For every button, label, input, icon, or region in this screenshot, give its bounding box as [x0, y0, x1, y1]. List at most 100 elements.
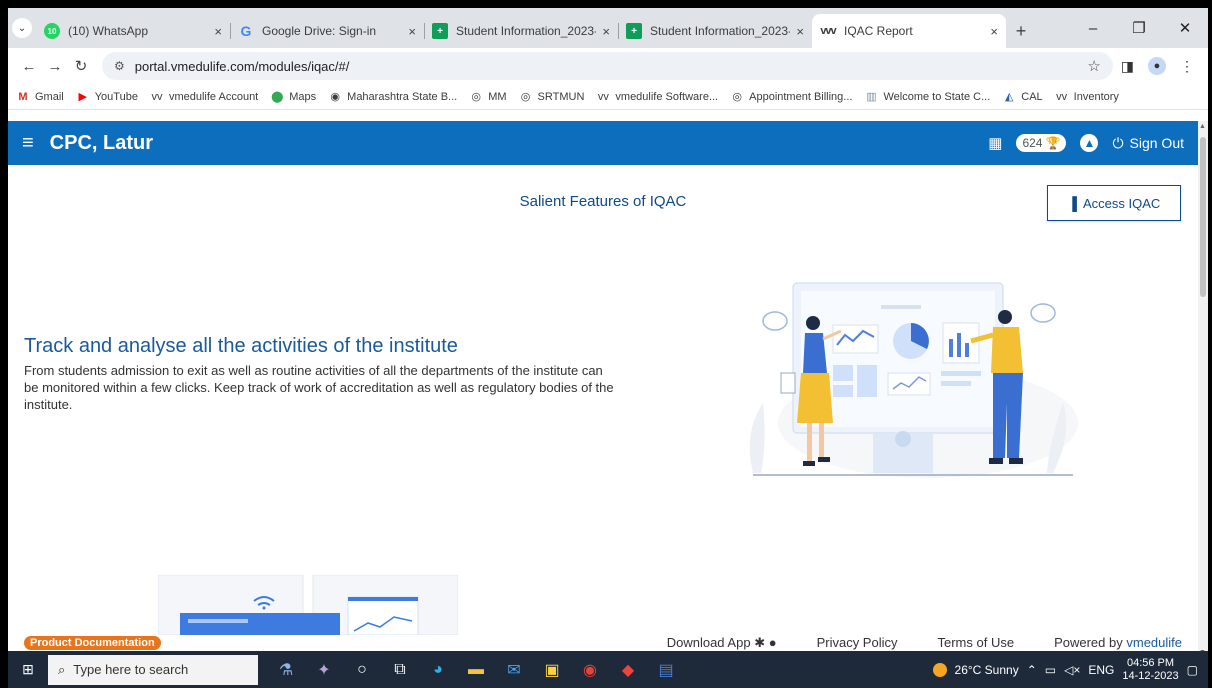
mail-icon[interactable]: ✉ [498, 655, 530, 685]
tab-title: IQAC Report [844, 24, 913, 38]
menu-kebab-icon[interactable]: ⋮ [1180, 58, 1194, 75]
bookmark-label: Welcome to State C... [883, 90, 991, 103]
tab-student-info-1[interactable]: + Student Information_2023-2 × [424, 14, 618, 48]
taskbar-apps: ⚗ ✦ ○ ⧉ ◕ ▬ ✉ ▣ ◉ ◆ ▤ [270, 655, 682, 685]
side-panel-icon[interactable]: ◨ [1121, 58, 1134, 75]
tab-whatsapp[interactable]: 10 (10) WhatsApp × [36, 14, 230, 48]
tab-google-drive[interactable]: G Google Drive: Sign-in × [230, 14, 424, 48]
app-header: ≡ CPC, Latur ▦ 624 🏆 ▲ ⏻ Sign Out [8, 121, 1198, 165]
task-view-icon[interactable]: ⧉ [384, 655, 416, 685]
close-icon[interactable]: × [796, 24, 804, 39]
restore-icon[interactable]: ❐ [1116, 19, 1162, 37]
close-icon[interactable]: × [408, 24, 416, 39]
tab-search-button[interactable]: ⌄ [8, 8, 36, 48]
bookmark-maharashtra[interactable]: ◉ Maharashtra State B... [328, 90, 458, 104]
volume-icon[interactable]: ◁× [1064, 663, 1080, 677]
tab-iqac-report[interactable]: vvv IQAC Report × [812, 14, 1006, 48]
back-icon[interactable]: ← [16, 58, 42, 75]
bookmark-srtmun[interactable]: ◎ SRTMUN [519, 90, 585, 104]
globe-icon: ◎ [520, 91, 531, 103]
network-icon[interactable]: ▭ [1045, 663, 1056, 677]
bookmark-mm[interactable]: ◎ MM [469, 90, 507, 104]
bookmark-vmedulife-software[interactable]: vv vmedulife Software... [596, 91, 718, 103]
clock-date: 14-12-2023 [1122, 669, 1179, 682]
bookmark-label: MM [488, 90, 507, 103]
language-indicator[interactable]: ENG [1088, 663, 1114, 677]
youtube-icon: ▶ [78, 91, 87, 103]
apple-icon: ● [768, 635, 777, 650]
cortana-icon[interactable]: ○ [346, 655, 378, 685]
feature-title: Track and analyse all the activities of … [24, 335, 458, 357]
forward-icon[interactable]: → [42, 58, 68, 75]
tab-student-info-2[interactable]: + Student Information_2023-2 × [618, 14, 812, 48]
scroll-up-icon[interactable]: ▲ [1199, 123, 1206, 130]
close-icon[interactable]: × [602, 24, 610, 39]
google-icon: G [240, 23, 252, 39]
microscope-icon[interactable]: ⚗ [270, 655, 302, 685]
bookmark-cal[interactable]: ◭ CAL [1002, 90, 1043, 104]
close-window-icon[interactable]: ✕ [1162, 19, 1208, 37]
emblem-icon: ◉ [330, 91, 340, 103]
close-icon[interactable]: × [990, 24, 998, 39]
bookmark-label: Maharashtra State B... [347, 90, 458, 103]
sign-out-button[interactable]: ⏻ Sign Out [1112, 135, 1184, 152]
minimize-icon[interactable]: – [1070, 20, 1116, 37]
privacy-policy-link[interactable]: Privacy Policy [817, 635, 898, 651]
terms-of-use-link[interactable]: Terms of Use [938, 635, 1015, 651]
bookmark-star-icon[interactable]: ☆ [1087, 57, 1100, 75]
chrome-icon[interactable]: ◉ [574, 655, 606, 685]
bookmark-maps[interactable]: ⬤ Maps [270, 90, 316, 104]
clock[interactable]: 04:56 PM 14-12-2023 [1122, 657, 1178, 683]
page-scrollbar[interactable]: ▲ ▼ [1198, 121, 1208, 658]
cal-icon: ◭ [1005, 91, 1014, 103]
tab-title: Google Drive: Sign-in [262, 24, 377, 38]
edge-icon[interactable]: ◕ [422, 655, 454, 685]
store-icon[interactable]: ▣ [536, 655, 568, 685]
new-tab-button[interactable]: + [1006, 14, 1036, 48]
maps-icon: ⬤ [271, 91, 284, 103]
browser-toolbar: ← → ↻ ⚙ portal.vmedulife.com/modules/iqa… [8, 48, 1208, 84]
user-avatar-icon[interactable]: ▲ [1080, 134, 1099, 152]
vmedulife-brand: vmedulife [1126, 635, 1182, 650]
access-iqac-button[interactable]: ▐ Access IQAC [1047, 185, 1181, 221]
address-bar[interactable]: ⚙ portal.vmedulife.com/modules/iqac/#/ ☆ [102, 52, 1113, 80]
android-icon: ✱ [754, 635, 766, 650]
bookmark-appointment[interactable]: ◎ Appointment Billing... [730, 90, 852, 104]
file-explorer-icon[interactable]: ▬ [460, 655, 492, 685]
notifications-icon[interactable]: ▢ [1187, 663, 1198, 677]
bookmark-gmail[interactable]: M Gmail [16, 91, 63, 103]
powered-by[interactable]: Powered by vmedulife [1054, 635, 1182, 651]
page-heading: Salient Features of IQAC [519, 193, 687, 210]
score-badge[interactable]: 624 🏆 [1016, 134, 1067, 152]
bookmark-vmedulife-account[interactable]: vv vmedulife Account [150, 91, 258, 103]
windows-taskbar: ⊞ ⌕ Type here to search ⚗ ✦ ○ ⧉ ◕ ▬ ✉ ▣ … [8, 651, 1208, 688]
taskbar-search[interactable]: ⌕ Type here to search [48, 654, 258, 685]
site-info-icon[interactable]: ⚙ [114, 59, 125, 73]
bookmark-inventory[interactable]: vv Inventory [1055, 91, 1119, 103]
product-documentation-button[interactable]: Product Documentation [24, 636, 161, 650]
download-app-link[interactable]: Download App ✱ ● [667, 635, 777, 651]
scrollbar-thumb[interactable] [1200, 137, 1206, 297]
bookmark-state-c[interactable]: ▥ Welcome to State C... [864, 90, 991, 104]
weather-text[interactable]: 26°C Sunny [955, 663, 1019, 677]
hamburger-menu-icon[interactable]: ≡ [22, 132, 34, 155]
trophy-icon: 🏆 [1045, 136, 1061, 150]
download-app-label: Download App [666, 635, 751, 650]
satellite-icon[interactable]: ✦ [308, 655, 340, 685]
window-controls: – ❐ ✕ [1070, 8, 1208, 48]
bookmark-youtube[interactable]: ▶ YouTube [76, 90, 138, 104]
apps-grid-icon[interactable]: ▦ [988, 134, 1002, 152]
anydesk-icon[interactable]: ◆ [612, 655, 644, 685]
profile-icon[interactable]: ● [1148, 57, 1166, 75]
word-icon[interactable]: ▤ [650, 655, 682, 685]
score-value: 624 [1022, 136, 1043, 150]
tray-chevron-icon[interactable]: ⌃ [1027, 663, 1037, 677]
close-icon[interactable]: × [214, 24, 222, 39]
main-content: Salient Features of IQAC ▐ Access IQAC T… [8, 165, 1198, 635]
vmedulife-icon: vvv [820, 25, 836, 37]
reload-icon[interactable]: ↻ [68, 57, 94, 75]
globe-icon: ◎ [471, 91, 482, 103]
windows-start-icon[interactable]: ⊞ [8, 661, 48, 678]
tab-title: (10) WhatsApp [68, 24, 149, 38]
weather-sun-icon [932, 662, 947, 677]
